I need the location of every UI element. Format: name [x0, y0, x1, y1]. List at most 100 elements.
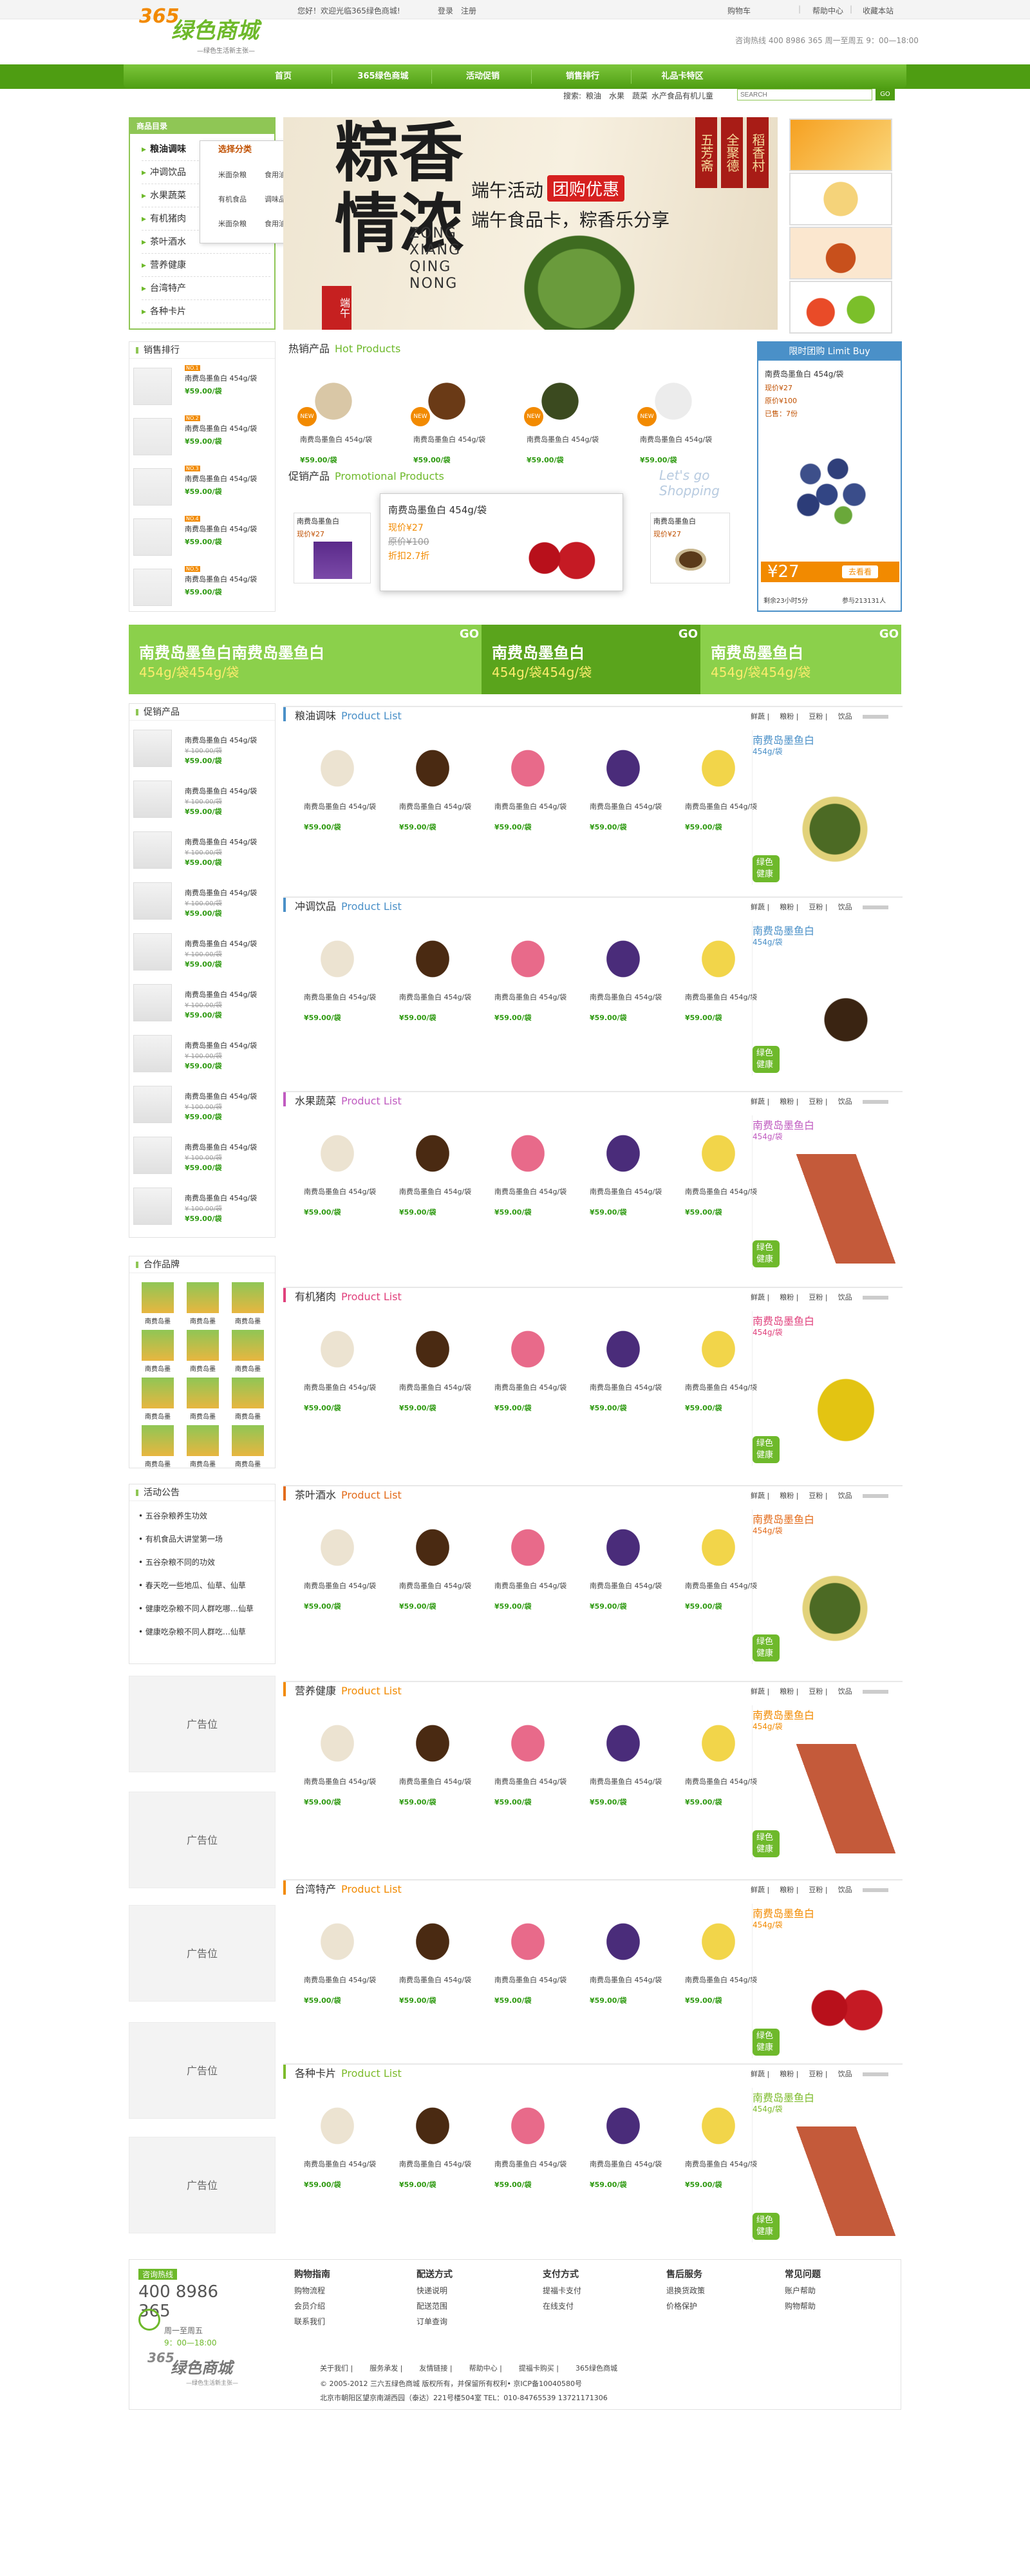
nav-item[interactable]: 365绿色商城 [344, 64, 422, 89]
more-icon[interactable] [862, 1296, 888, 1300]
section-feature[interactable]: 南费岛墨鱼白 454g/袋 绿色健康 [752, 2088, 901, 2242]
partner-brand[interactable]: 南费岛墨 [138, 1425, 177, 1470]
section-tab[interactable]: 鲜蔬 | [751, 712, 769, 721]
footer-link[interactable]: 配送范围 [417, 2298, 532, 2314]
search-keyword[interactable]: 水果 [609, 90, 624, 101]
more-icon[interactable] [862, 1494, 888, 1498]
section-tab[interactable]: 豆粉 | [809, 1886, 827, 1894]
notice-item[interactable]: • 春天吃一些地瓜、仙草、仙草 [138, 1580, 246, 1591]
section-tab[interactable]: 鲜蔬 | [751, 1687, 769, 1696]
footer-link[interactable]: 购物流程 [294, 2283, 410, 2298]
section-product[interactable]: 南费岛墨鱼白 454g/袋 ¥59.00/袋 [680, 923, 757, 1027]
left-promo-item[interactable]: 南费岛墨鱼白 454g/袋 ¥ 100.00/袋 ¥59.00/袋 [133, 828, 270, 874]
section-product[interactable]: 南费岛墨鱼白 454g/袋 ¥59.00/袋 [585, 1314, 662, 1417]
section-feature[interactable]: 南费岛墨鱼白 454g/袋 绿色健康 [752, 921, 901, 1075]
section-product[interactable]: 南费岛墨鱼白 454g/袋 ¥59.00/袋 [489, 1118, 566, 1221]
section-product[interactable]: 南费岛墨鱼白 454g/袋 ¥59.00/袋 [489, 1906, 566, 2009]
section-tab[interactable]: 豆粉 | [809, 1293, 827, 1302]
section-product[interactable]: 南费岛墨鱼白 454g/袋 ¥59.00/袋 [394, 1314, 471, 1417]
left-promo-item[interactable]: 南费岛墨鱼白 454g/袋 ¥ 100.00/袋 ¥59.00/袋 [133, 1133, 270, 1179]
bookmark-link[interactable]: 收藏本站 [863, 5, 894, 16]
strip-banner[interactable]: 南费岛墨鱼白 454g/袋454g/袋 GO [700, 625, 901, 694]
left-promo-item[interactable]: 南费岛墨鱼白 454g/袋 ¥ 100.00/袋 ¥59.00/袋 [133, 980, 270, 1027]
search-keyword[interactable]: 粮油 [586, 90, 601, 101]
search-input[interactable] [737, 89, 872, 100]
partner-brand[interactable]: 南费岛墨 [183, 1330, 222, 1375]
section-product[interactable]: 南费岛墨鱼白 454g/袋 ¥59.00/袋 [489, 2090, 566, 2193]
section-product[interactable]: 南费岛墨鱼白 454g/袋 ¥59.00/袋 [585, 1708, 662, 1811]
section-tab[interactable]: 饮品 [838, 1097, 852, 1106]
notice-item[interactable]: • 健康吃杂粮不同人群吃…仙草 [138, 1626, 246, 1637]
section-tab[interactable]: 粮粉 | [780, 1687, 798, 1696]
section-product[interactable]: 南费岛墨鱼白 454g/袋 ¥59.00/袋 [394, 1512, 471, 1615]
footer-link[interactable]: 快递说明 [417, 2283, 532, 2298]
strip-go[interactable]: GO [879, 627, 899, 641]
section-tab[interactable]: 粮粉 | [780, 1492, 798, 1500]
side-thumb-4[interactable] [789, 281, 892, 334]
more-icon[interactable] [862, 715, 888, 719]
section-tab[interactable]: 粮粉 | [780, 2070, 798, 2078]
section-product[interactable]: 南费岛墨鱼白 454g/袋 ¥59.00/袋 [585, 1118, 662, 1221]
more-icon[interactable] [862, 905, 888, 909]
notice-item[interactable]: • 有机食品大讲堂第一场 [138, 1533, 223, 1544]
footer-link[interactable]: 联系我们 [294, 2314, 410, 2329]
footer-link[interactable]: 购物帮助 [785, 2298, 901, 2314]
section-product[interactable]: 南费岛墨鱼白 454g/袋 ¥59.00/袋 [680, 1118, 757, 1221]
section-tab[interactable]: 豆粉 | [809, 1687, 827, 1696]
footer-link[interactable]: 账户帮助 [785, 2283, 901, 2298]
category-item[interactable]: ▸ 台湾特产 [142, 277, 270, 300]
ad-slot[interactable]: 广告位 [129, 2022, 276, 2119]
help-link[interactable]: 帮助中心 [812, 5, 843, 16]
section-tab[interactable]: 鲜蔬 | [751, 1492, 769, 1500]
partner-brand[interactable]: 南费岛墨 [183, 1378, 222, 1423]
section-tab[interactable]: 鲜蔬 | [751, 1886, 769, 1894]
footer-link[interactable]: 会员介绍 [294, 2298, 410, 2314]
section-tab[interactable]: 饮品 [838, 1293, 852, 1302]
partner-brand[interactable]: 南费岛墨 [229, 1282, 267, 1327]
flyout-item[interactable]: 米面杂粮 [218, 218, 247, 229]
section-product[interactable]: 南费岛墨鱼白 454g/袋 ¥59.00/袋 [585, 1906, 662, 2009]
promo-card-right[interactable]: 南费岛墨鱼白 现价¥27 [650, 513, 730, 583]
partner-brand[interactable]: 南费岛墨 [229, 1378, 267, 1423]
section-tab[interactable]: 豆粉 | [809, 1492, 827, 1500]
partner-brand[interactable]: 南费岛墨 [183, 1282, 222, 1327]
strip-banner[interactable]: 南费岛墨鱼白南费岛墨鱼白 454g/袋454g/袋 GO [129, 625, 482, 694]
section-product[interactable]: 南费岛墨鱼白 454g/袋 ¥59.00/袋 [680, 2090, 757, 2193]
hot-product[interactable]: NEW 南费岛墨鱼白 454g/袋 ¥59.00/袋 [408, 366, 485, 469]
more-icon[interactable] [862, 1690, 888, 1694]
section-tab[interactable]: 豆粉 | [809, 903, 827, 911]
ad-slot[interactable]: 广告位 [129, 1792, 276, 1888]
section-product[interactable]: 南费岛墨鱼白 454g/袋 ¥59.00/袋 [585, 923, 662, 1027]
section-product[interactable]: 南费岛墨鱼白 454g/袋 ¥59.00/袋 [299, 1512, 376, 1615]
notice-item[interactable]: • 健康吃杂粮不同人群吃哪…仙草 [138, 1603, 254, 1614]
section-product[interactable]: 南费岛墨鱼白 454g/袋 ¥59.00/袋 [680, 733, 757, 836]
footer-bottom-link[interactable]: 友情链接 | [419, 2364, 452, 2372]
nav-item[interactable]: 销售排行 [544, 64, 621, 89]
footer-link[interactable]: 退换货政策 [666, 2283, 782, 2298]
section-product[interactable]: 南费岛墨鱼白 454g/袋 ¥59.00/袋 [299, 1906, 376, 2009]
ad-slot[interactable]: 广告位 [129, 1905, 276, 2002]
section-tab[interactable]: 粮粉 | [780, 1886, 798, 1894]
side-thumb-1[interactable] [789, 118, 892, 171]
rank-item[interactable]: NO.2 南费岛墨鱼白 454g/袋 ¥59.00/袋 [133, 414, 270, 460]
search-button[interactable]: GO [876, 89, 895, 100]
section-product[interactable]: 南费岛墨鱼白 454g/袋 ¥59.00/袋 [394, 923, 471, 1027]
partner-brand[interactable]: 南费岛墨 [229, 1330, 267, 1375]
section-tab[interactable]: 饮品 [838, 1687, 852, 1696]
partner-brand[interactable]: 南费岛墨 [229, 1425, 267, 1470]
limit-go-button[interactable]: 去看看 [842, 565, 879, 578]
section-tab[interactable]: 饮品 [838, 1886, 852, 1894]
section-product[interactable]: 南费岛墨鱼白 454g/袋 ¥59.00/袋 [585, 2090, 662, 2193]
section-product[interactable]: 南费岛墨鱼白 454g/袋 ¥59.00/袋 [394, 2090, 471, 2193]
notice-item[interactable]: • 五谷杂粮养生功效 [138, 1510, 207, 1521]
left-promo-item[interactable]: 南费岛墨鱼白 454g/袋 ¥ 100.00/袋 ¥59.00/袋 [133, 929, 270, 976]
ad-slot[interactable]: 广告位 [129, 2137, 276, 2233]
section-product[interactable]: 南费岛墨鱼白 454g/袋 ¥59.00/袋 [680, 1906, 757, 2009]
section-tab[interactable]: 鲜蔬 | [751, 1293, 769, 1302]
hot-product[interactable]: NEW 南费岛墨鱼白 454g/袋 ¥59.00/袋 [295, 366, 372, 469]
section-tab[interactable]: 粮粉 | [780, 903, 798, 911]
section-product[interactable]: 南费岛墨鱼白 454g/袋 ¥59.00/袋 [394, 1118, 471, 1221]
login-link[interactable]: 登录 [438, 5, 453, 16]
strip-go[interactable]: GO [679, 627, 698, 641]
promo-card-left[interactable]: 南费岛墨鱼白 现价¥27 [294, 513, 371, 583]
